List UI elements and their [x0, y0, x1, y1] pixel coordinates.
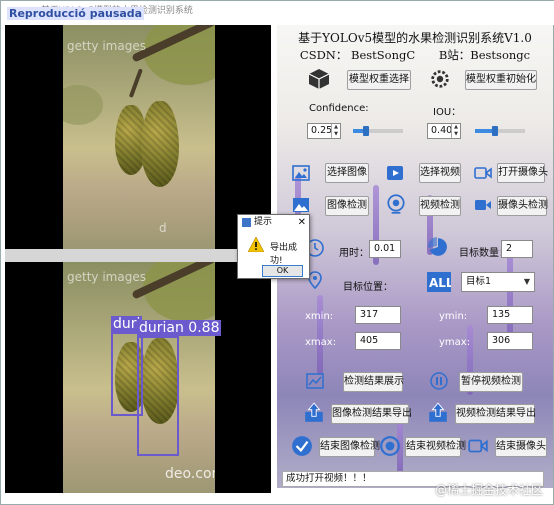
warning-icon [248, 237, 264, 252]
webcam-icon [387, 194, 405, 214]
pause-icon [430, 372, 448, 390]
csdn-label: CSDN： BestSongC [299, 48, 416, 62]
close-icon[interactable]: ✕ [298, 215, 306, 230]
line-chart-icon [306, 373, 324, 389]
iou-slider[interactable] [475, 126, 525, 136]
app-window: 基于YOLOv5模型的水果检测识别系统 Reproducció pausada … [0, 0, 554, 505]
landscape-image-icon [293, 198, 309, 212]
pie-chart-icon [428, 237, 447, 256]
detection-label: durian 0.88 [137, 320, 222, 336]
panel-divider [5, 249, 271, 262]
select-video-button[interactable]: 选择视频 [419, 163, 461, 183]
image-icon [292, 165, 310, 181]
upload-icon [305, 402, 323, 422]
end-image-detect-button[interactable]: 结束图像检测 [319, 437, 380, 457]
stop-circle-icon [380, 436, 400, 456]
ymax-label: ymax: [439, 337, 471, 348]
video-watermark: getty images [67, 39, 146, 53]
show-results-button[interactable]: 检测结果展示 [343, 372, 404, 392]
export-video-results-button[interactable]: 视频检测结果导出 [455, 404, 536, 424]
xmax-field[interactable]: 405 [355, 332, 401, 350]
source-video-frame: getty images d [63, 25, 215, 249]
video-camera-icon [475, 200, 491, 210]
camera-off-icon [468, 439, 488, 453]
check-circle-icon [292, 436, 312, 456]
position-label: 目标位置： [343, 282, 393, 293]
ymax-field[interactable]: 306 [487, 332, 533, 350]
count-field[interactable]: 2 [501, 240, 533, 258]
target-select-value: 目标1 [466, 276, 492, 287]
camera-detect-button[interactable]: 摄像头检测 [497, 196, 548, 216]
target-select[interactable]: 目标1 ▼ [461, 272, 535, 292]
pause-video-button[interactable]: 暂停视频检测 [459, 372, 523, 392]
dialog-message: 导出成功! [270, 243, 298, 266]
title-bar: 基于YOLOv5模型的水果检测识别系统 Reproducció pausada [1, 1, 554, 25]
select-weights-button[interactable]: 模型权重选择 [347, 70, 411, 90]
export-image-results-button[interactable]: 图像检测结果导出 [331, 404, 412, 424]
detection-box [137, 336, 179, 456]
iou-spinbox[interactable]: 0.40 ▲ ▼ [427, 123, 461, 139]
spin-arrows-icon[interactable]: ▲ ▼ [451, 124, 460, 138]
image-detect-button[interactable]: 图像检测 [325, 196, 369, 216]
detection-video-panel: getty images deo.com duri durian 0.88 [5, 262, 271, 493]
app-title: 基于YOLOv5模型的水果检测识别系统V1.0 [298, 31, 532, 45]
select-image-button[interactable]: 选择图像 [325, 163, 369, 183]
all-targets-icon: ALL [427, 272, 451, 292]
confidence-value: 0.25 [311, 125, 333, 136]
video-watermark: getty images [67, 270, 146, 284]
init-weights-button[interactable]: 模型权重初始化 [465, 70, 537, 90]
playback-badge: Reproducció pausada [7, 7, 145, 20]
xmax-label: xmax: [305, 337, 337, 348]
time-label: 用时： [339, 248, 369, 259]
control-panel: 基于YOLOv5模型的水果检测识别系统V1.0 CSDN： BestSongC … [277, 25, 553, 488]
cube-icon [308, 69, 330, 89]
author-info: CSDN： BestSongC B站：Bestsongc [277, 47, 553, 63]
xmin-label: xmin: [305, 311, 334, 322]
time-field[interactable]: 0.01 [369, 240, 401, 258]
bili-label: B站：Bestsongc [438, 48, 531, 62]
iou-label: IOU： [433, 107, 462, 118]
end-camera-button[interactable]: 结束摄像头 [495, 437, 547, 457]
play-video-icon [387, 166, 403, 180]
ymin-label: ymin: [439, 311, 468, 322]
camera-icon [474, 167, 492, 179]
iou-value: 0.40 [431, 125, 453, 136]
upload-icon [429, 402, 447, 422]
source-video-panel: getty images d [5, 25, 271, 249]
confidence-slider[interactable] [353, 126, 403, 136]
ok-button[interactable]: OK [262, 265, 303, 277]
svg-text:ALL: ALL [429, 276, 451, 290]
end-video-detect-button[interactable]: 结束视频检测 [405, 437, 466, 457]
video-watermark-bottom: deo.com [165, 466, 215, 482]
video-detect-button[interactable]: 视频检测 [419, 196, 461, 216]
site-watermark: @稀土掘金技术社区 [434, 483, 543, 497]
open-camera-button[interactable]: 打开摄像头 [497, 163, 548, 183]
chevron-down-icon: ▼ [523, 277, 530, 286]
confidence-spinbox[interactable]: 0.25 ▲ ▼ [307, 123, 341, 139]
confidence-label: Confidence: [309, 103, 369, 114]
ymin-field[interactable]: 135 [487, 306, 533, 324]
spin-arrows-icon[interactable]: ▲ ▼ [331, 124, 340, 138]
durian-fruit [141, 101, 179, 187]
export-success-dialog: 提示 ✕ 导出成功! OK [237, 214, 310, 279]
xmin-field[interactable]: 317 [355, 306, 401, 324]
gear-icon [431, 70, 449, 88]
